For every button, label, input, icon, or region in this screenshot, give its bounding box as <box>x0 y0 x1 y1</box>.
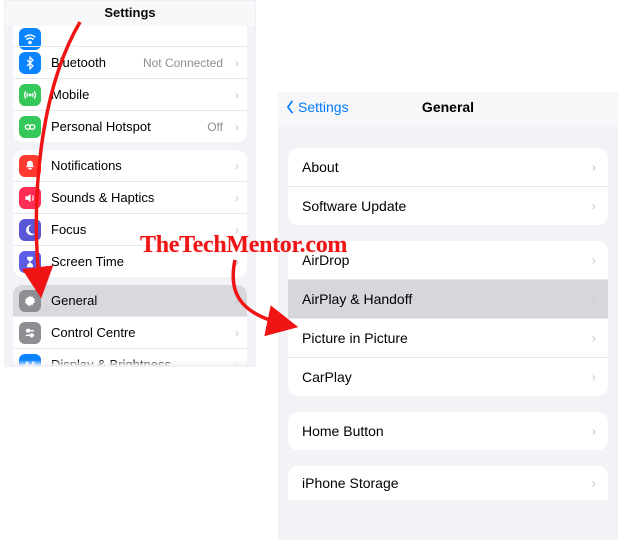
chevron-right-icon: › <box>592 370 596 385</box>
row-label: About <box>302 159 339 175</box>
bluetooth-icon <box>19 52 41 74</box>
chevron-right-icon: › <box>235 56 239 70</box>
general-panel: Settings General About › Software Update ›… <box>278 92 618 540</box>
general-header: Settings General <box>278 92 618 126</box>
connectivity-group: Bluetooth Not Connected › Mobile › Perso… <box>13 26 247 142</box>
row-label: Mobile <box>51 87 89 102</box>
chevron-right-icon: › <box>235 159 239 173</box>
general-row-airplayhandoff[interactable]: AirPlay & Handoff › <box>288 279 608 318</box>
row-label: General <box>51 293 97 308</box>
chevron-right-icon: › <box>592 160 596 175</box>
speaker-icon <box>19 187 41 209</box>
back-button[interactable]: Settings <box>284 99 349 115</box>
chevron-left-icon <box>284 100 296 114</box>
settings-title: Settings <box>104 5 155 20</box>
back-label: Settings <box>298 99 349 115</box>
general-row-carplay[interactable]: CarPlay › <box>288 357 608 396</box>
general-title: General <box>422 99 474 115</box>
settings-row-mobile[interactable]: Mobile › <box>13 78 247 110</box>
hotspot-icon <box>19 116 41 138</box>
watermark-text: TheTechMentor.com <box>140 232 347 259</box>
chevron-right-icon: › <box>592 253 596 268</box>
row-aux: Not Connected <box>143 56 223 70</box>
settings-row-notifications[interactable]: Notifications › <box>13 150 247 181</box>
settings-row-wifi[interactable] <box>13 26 247 46</box>
row-label: Screen Time <box>51 254 124 269</box>
chevron-right-icon: › <box>592 476 596 491</box>
row-label: Control Centre <box>51 325 136 340</box>
homebutton-group: Home Button › <box>288 412 608 450</box>
row-label: Focus <box>51 222 86 237</box>
storage-group: iPhone Storage › <box>288 466 608 500</box>
general-row-pip[interactable]: Picture in Picture › <box>288 318 608 357</box>
row-label: CarPlay <box>302 369 352 385</box>
row-aux: Off <box>207 120 223 134</box>
chevron-right-icon: › <box>235 120 239 134</box>
general-row-homebutton[interactable]: Home Button › <box>288 412 608 450</box>
row-label: AirPlay & Handoff <box>302 291 412 307</box>
general-row-softwareupdate[interactable]: Software Update › <box>288 186 608 225</box>
chevron-right-icon: › <box>235 294 239 308</box>
antenna-icon <box>19 84 41 106</box>
chevron-right-icon: › <box>235 191 239 205</box>
gear-icon <box>19 290 41 312</box>
settings-panel: Settings Bluetooth Not Connected › Mobil… <box>4 0 256 367</box>
chevron-right-icon: › <box>592 292 596 307</box>
scroll-fade <box>5 360 255 366</box>
row-label: Sounds & Haptics <box>51 190 154 205</box>
row-label: Software Update <box>302 198 406 214</box>
moon-icon <box>19 219 41 241</box>
about-group: About › Software Update › <box>288 148 608 225</box>
general-group: General › Control Centre › AA Display & … <box>13 285 247 367</box>
settings-row-general[interactable]: General › <box>13 285 247 316</box>
row-label: Picture in Picture <box>302 330 408 346</box>
chevron-right-icon: › <box>592 199 596 214</box>
airplay-group: AirDrop› AirPlay & Handoff› Picture in P… <box>288 241 608 396</box>
chevron-right-icon: › <box>592 424 596 439</box>
general-row-about[interactable]: About › <box>288 148 608 186</box>
chevron-right-icon: › <box>235 326 239 340</box>
bell-icon <box>19 155 41 177</box>
row-label: Home Button <box>302 423 384 439</box>
row-label: Personal Hotspot <box>51 119 151 134</box>
row-label: iPhone Storage <box>302 475 399 491</box>
settings-header: Settings <box>5 1 255 26</box>
row-label: Notifications <box>51 158 122 173</box>
chevron-right-icon: › <box>592 331 596 346</box>
switches-icon <box>19 322 41 344</box>
row-label: Bluetooth <box>51 55 106 70</box>
hourglass-icon <box>19 251 41 273</box>
settings-row-controlcentre[interactable]: Control Centre › <box>13 316 247 348</box>
settings-row-hotspot[interactable]: Personal Hotspot Off › <box>13 110 247 142</box>
settings-row-bluetooth[interactable]: Bluetooth Not Connected › <box>13 46 247 78</box>
settings-row-sounds[interactable]: Sounds & Haptics › <box>13 181 247 213</box>
chevron-right-icon: › <box>235 88 239 102</box>
general-row-iphonestorage[interactable]: iPhone Storage › <box>288 466 608 500</box>
